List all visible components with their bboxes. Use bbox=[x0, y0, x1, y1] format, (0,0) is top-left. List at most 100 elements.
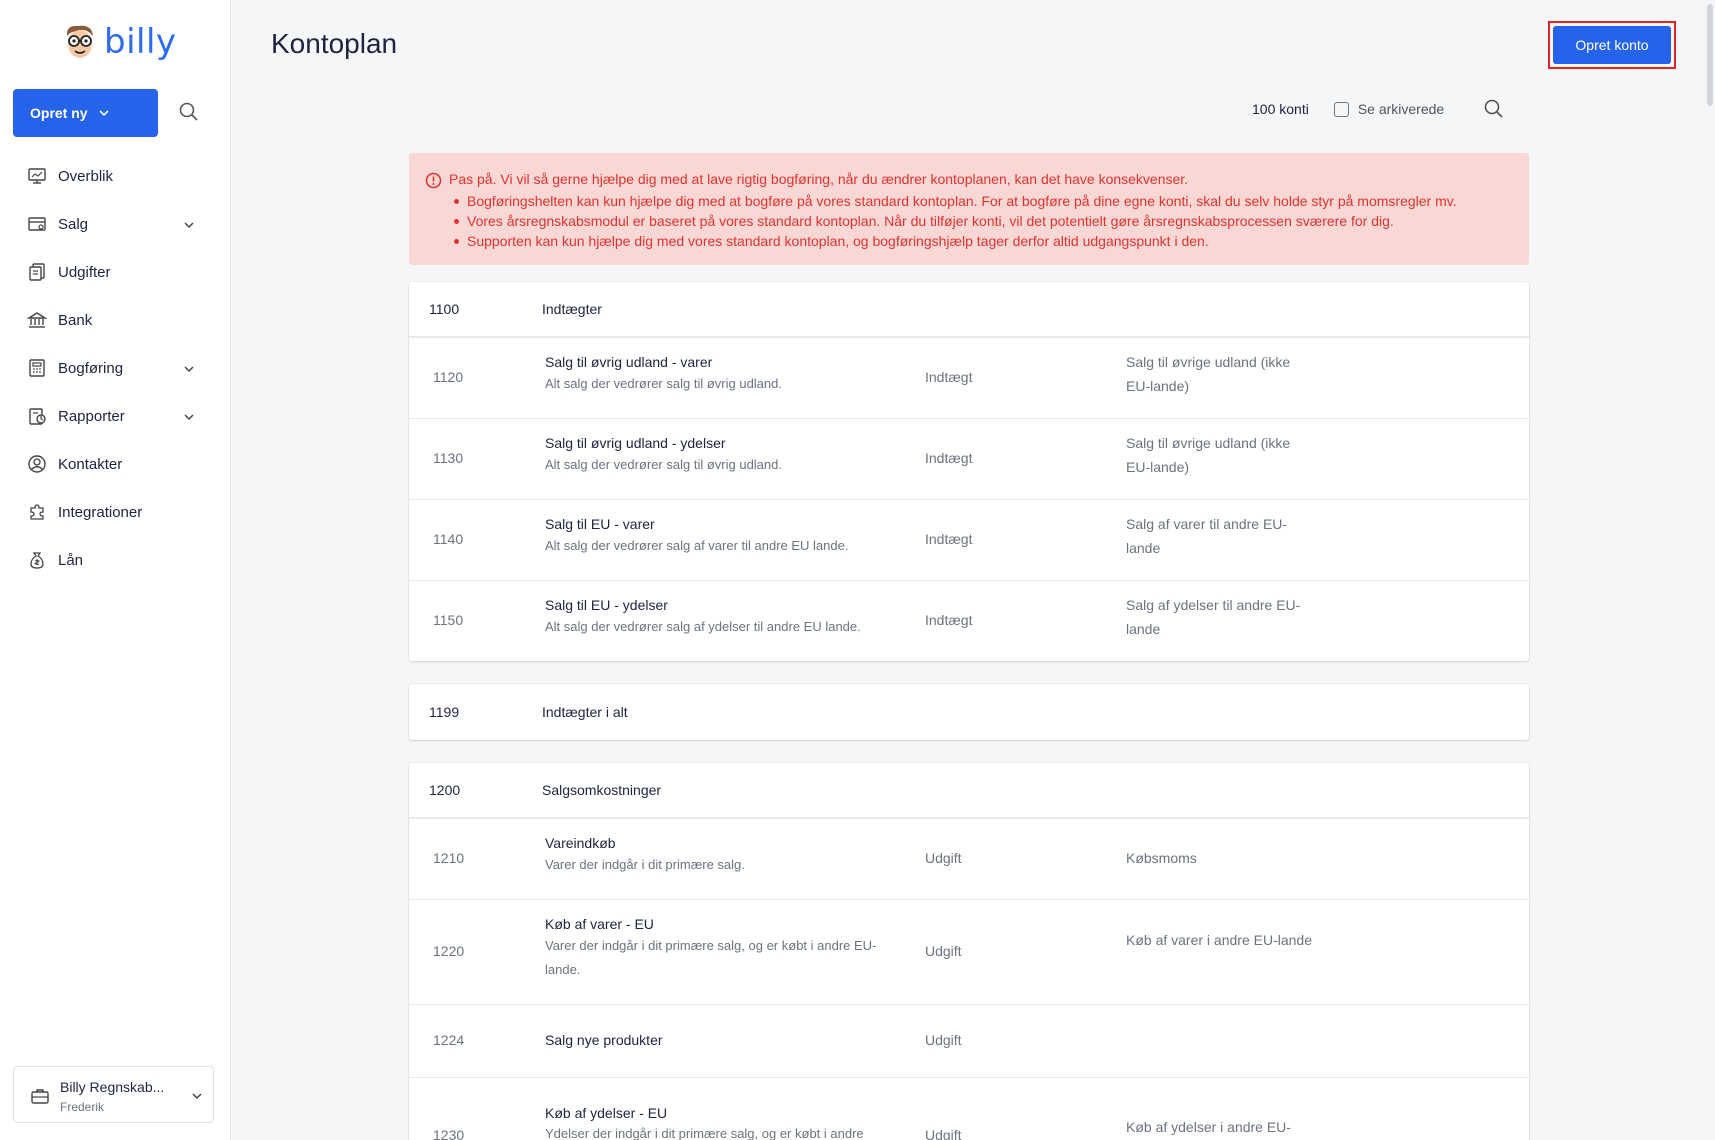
contacts-icon bbox=[28, 455, 46, 473]
warning-alert: Pas på. Vi vil så gerne hjælpe dig med a… bbox=[409, 153, 1529, 265]
account-type: Udgift bbox=[925, 1032, 962, 1048]
account-type: Indtægt bbox=[925, 450, 973, 466]
account-code: 1150 bbox=[433, 612, 464, 628]
bookkeeping-icon bbox=[29, 359, 45, 377]
alert-item: Bogføringshelten kan kun hjælpe dig med … bbox=[454, 191, 1509, 211]
account-name: Salg til øvrig udland - ydelser bbox=[545, 435, 726, 451]
dashboard-icon bbox=[28, 168, 46, 184]
account-description: Alt salg der vedrører salg til øvrig udl… bbox=[545, 376, 782, 391]
account-description: Alt salg der vedrører salg til øvrig udl… bbox=[545, 457, 782, 472]
account-name: Køb af ydelser - EU bbox=[545, 1105, 668, 1121]
account-type: Udgift bbox=[925, 1127, 962, 1140]
sidebar-item-label: Rapporter bbox=[58, 407, 125, 425]
account-name: Salg til øvrig udland - varer bbox=[545, 354, 713, 370]
account-vat: Salg til øvrige udland (ikke EU-lande) bbox=[1126, 354, 1291, 394]
account-code: 1210 bbox=[433, 850, 465, 866]
sidebar-nav: Overblik Salg Udgifter Bank Bogføring Ra… bbox=[0, 152, 230, 584]
chevron-down-icon[interactable] bbox=[182, 218, 196, 232]
organization-switcher[interactable]: Billy Regnskab... Frederik bbox=[13, 1066, 214, 1123]
account-name: Køb af varer - EU bbox=[545, 916, 654, 932]
create-new-label: Opret ny bbox=[30, 105, 88, 121]
account-description: Varer der indgår i dit primære salg. bbox=[545, 857, 745, 872]
show-archived-checkbox[interactable] bbox=[1333, 101, 1349, 117]
sidebar-item-lan[interactable]: Lån bbox=[0, 536, 230, 584]
sidebar-item-udgifter[interactable]: Udgifter bbox=[0, 248, 230, 296]
table-row[interactable]: 1120 Salg til øvrig udland - varer Alt s… bbox=[409, 338, 1529, 419]
account-description: Varer der indgår i dit primære salg, og … bbox=[545, 938, 877, 977]
account-type: Indtægt bbox=[925, 369, 973, 385]
expenses-icon bbox=[29, 263, 45, 281]
sidebar-item-bank[interactable]: Bank bbox=[0, 296, 230, 344]
sidebar-item-rapporter[interactable]: Rapporter bbox=[0, 392, 230, 440]
account-code: 1140 bbox=[433, 531, 464, 547]
alert-title: Pas på. Vi vil så gerne hjælpe dig med a… bbox=[449, 171, 1189, 187]
billy-mascot-icon bbox=[66, 25, 93, 58]
table-row[interactable]: 1230 Køb af ydelser - EU Ydelser der ind… bbox=[409, 1078, 1529, 1140]
account-description: Alt salg der vedrører salg af varer til … bbox=[545, 538, 849, 553]
page-scrollbar[interactable] bbox=[1705, 0, 1715, 1140]
bank-icon bbox=[27, 312, 47, 328]
table-row[interactable]: 1224 Salg nye produkter Udgift bbox=[409, 1005, 1529, 1078]
account-vat: Salg af varer til andre EU-lande bbox=[1126, 516, 1288, 556]
loan-icon bbox=[30, 552, 44, 569]
alert-item: Vores årsregnskabsmodul er baseret på vo… bbox=[454, 211, 1509, 231]
alert-circle-icon bbox=[425, 172, 442, 189]
create-account-highlight: Opret konto bbox=[1548, 21, 1676, 69]
account-group-card: 1199 Indtægter i alt bbox=[409, 684, 1529, 740]
account-name: Vareindkøb bbox=[545, 835, 616, 851]
create-new-button[interactable]: Opret ny bbox=[13, 89, 158, 137]
account-vat: Køb af ydelser i andre EU- bbox=[1126, 1119, 1291, 1135]
table-row[interactable]: 1130 Salg til øvrig udland - ydelser Alt… bbox=[409, 419, 1529, 500]
account-vat: Salg af ydelser til andre EU-lande bbox=[1126, 597, 1301, 637]
table-row[interactable]: 1140 Salg til EU - varer Alt salg der ve… bbox=[409, 500, 1529, 581]
scrollbar-thumb[interactable] bbox=[1707, 4, 1713, 106]
briefcase-icon bbox=[31, 1089, 49, 1104]
sidebar: billy Opret ny Overblik Salg Udgifter Ba… bbox=[0, 0, 231, 1140]
group-header[interactable]: 1199 Indtægter i alt bbox=[409, 684, 1529, 740]
group-code: 1199 bbox=[429, 704, 460, 720]
table-row[interactable]: 1220 Køb af varer - EU Varer der indgår … bbox=[409, 900, 1529, 1005]
account-vat: Købsmoms bbox=[1126, 850, 1197, 866]
sidebar-item-label: Lån bbox=[58, 551, 84, 569]
table-row[interactable]: 1210 Vareindkøb Varer der indgår i dit p… bbox=[409, 819, 1529, 900]
sidebar-item-integrationer[interactable]: Integrationer bbox=[0, 488, 230, 536]
sidebar-item-label: Bank bbox=[58, 311, 93, 329]
sidebar-item-label: Udgifter bbox=[58, 263, 111, 281]
account-count: 100 konti bbox=[1252, 101, 1309, 117]
sidebar-item-kontakter[interactable]: Kontakter bbox=[0, 440, 230, 488]
account-name: Salg til EU - ydelser bbox=[545, 597, 668, 613]
account-type: Indtægt bbox=[925, 531, 973, 547]
sales-icon bbox=[28, 217, 46, 231]
show-archived-toggle[interactable]: Se arkiverede bbox=[1333, 101, 1444, 117]
group-header[interactable]: 1200 Salgsomkostninger bbox=[409, 763, 1529, 819]
group-header[interactable]: 1100 Indtægter bbox=[409, 282, 1529, 338]
chevron-down-icon[interactable] bbox=[182, 362, 196, 376]
create-account-button[interactable]: Opret konto bbox=[1553, 26, 1671, 64]
group-name: Indtægter bbox=[542, 301, 602, 317]
billy-logo[interactable]: billy bbox=[62, 22, 177, 62]
sidebar-item-label: Salg bbox=[58, 215, 89, 233]
table-row[interactable]: 1150 Salg til EU - ydelser Alt salg der … bbox=[409, 581, 1529, 661]
logo-text: billy bbox=[104, 22, 177, 62]
user-name: Frederik bbox=[60, 1100, 105, 1114]
account-code: 1220 bbox=[433, 943, 465, 959]
account-code: 1130 bbox=[433, 450, 464, 466]
alert-list: Bogføringshelten kan kun hjælpe dig med … bbox=[449, 191, 1509, 251]
account-code: 1120 bbox=[433, 369, 464, 385]
sidebar-item-label: Bogføring bbox=[58, 359, 124, 377]
organization-name: Billy Regnskab... bbox=[60, 1079, 165, 1095]
sidebar-item-label: Integrationer bbox=[58, 503, 143, 521]
account-description: Ydelser der indgår i dit primære salg, o… bbox=[545, 1126, 864, 1140]
sidebar-item-overblik[interactable]: Overblik bbox=[0, 152, 230, 200]
sidebar-item-salg[interactable]: Salg bbox=[0, 200, 230, 248]
chevron-down-icon[interactable] bbox=[182, 410, 196, 424]
group-code: 1100 bbox=[429, 301, 460, 317]
search-icon[interactable] bbox=[178, 101, 200, 123]
sidebar-item-label: Overblik bbox=[58, 167, 114, 185]
alert-item: Supporten kan kun hjælpe dig med vores s… bbox=[454, 231, 1509, 251]
account-name: Salg til EU - varer bbox=[545, 516, 655, 532]
account-vat: Køb af varer i andre EU-lande bbox=[1126, 932, 1312, 948]
sidebar-item-bogforing[interactable]: Bogføring bbox=[0, 344, 230, 392]
search-icon[interactable] bbox=[1483, 98, 1505, 120]
reports-icon bbox=[29, 408, 46, 425]
